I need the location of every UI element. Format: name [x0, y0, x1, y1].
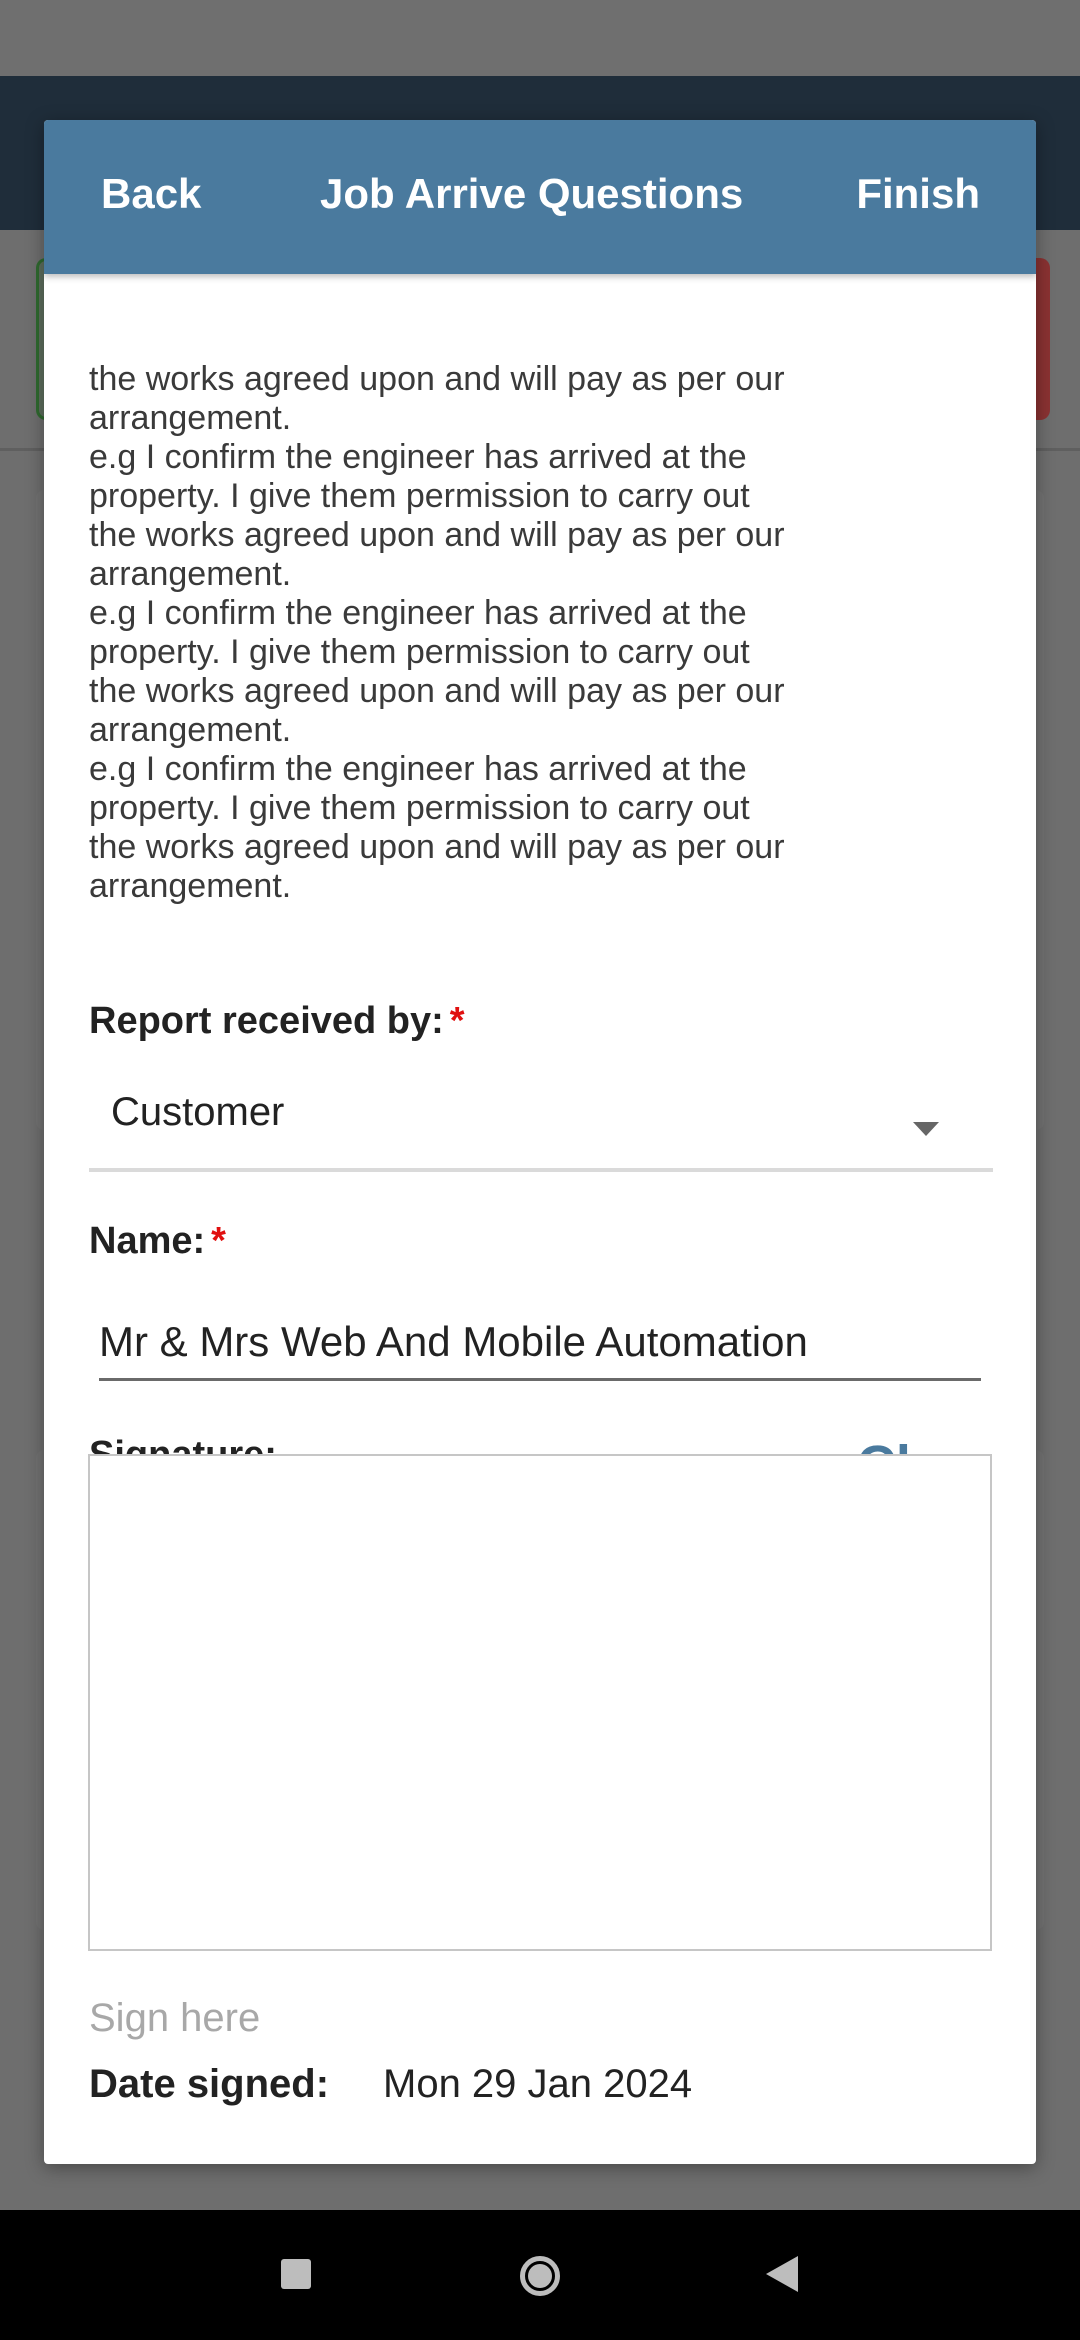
date-signed-label: Date signed:: [89, 2062, 330, 2106]
status-bar: [0, 0, 1080, 76]
required-mark: *: [211, 1220, 226, 1262]
report-received-select[interactable]: Customer: [89, 1078, 993, 1172]
dialog-title: Job Arrive Questions: [320, 170, 744, 217]
report-received-label-text: Report received by:: [89, 1000, 444, 1042]
back-button[interactable]: Back: [101, 170, 201, 218]
job-arrive-questions-dialog: Back Job Arrive Questions Finish the wor…: [44, 120, 1036, 2164]
date-signed-value: Mon 29 Jan 2024: [383, 2062, 693, 2106]
required-mark: *: [449, 1000, 465, 1042]
home-button[interactable]: [512, 2248, 568, 2304]
signature-pad[interactable]: [88, 1454, 992, 1951]
dialog-body[interactable]: the works agreed upon and will pay as pe…: [44, 120, 1036, 2164]
square-icon: [281, 2259, 311, 2289]
back-triangle-icon: [766, 2256, 798, 2292]
report-received-label: Report received by: *: [89, 1000, 465, 1043]
dialog-header: Back Job Arrive Questions Finish: [44, 120, 1036, 274]
report-received-value: Customer: [111, 1090, 285, 1134]
nav-back-button[interactable]: [760, 2252, 804, 2296]
sign-here-hint: Sign here: [89, 1996, 261, 2040]
name-label: Name: *: [89, 1220, 226, 1263]
caret-down-icon: [913, 1122, 939, 1136]
home-circle-icon: [520, 2256, 560, 2296]
terms-text: the works agreed upon and will pay as pe…: [89, 360, 785, 905]
name-label-text: Name:: [89, 1220, 206, 1262]
recents-button[interactable]: [278, 2256, 314, 2292]
name-input[interactable]: [99, 1306, 981, 1381]
finish-button[interactable]: Finish: [856, 170, 980, 218]
